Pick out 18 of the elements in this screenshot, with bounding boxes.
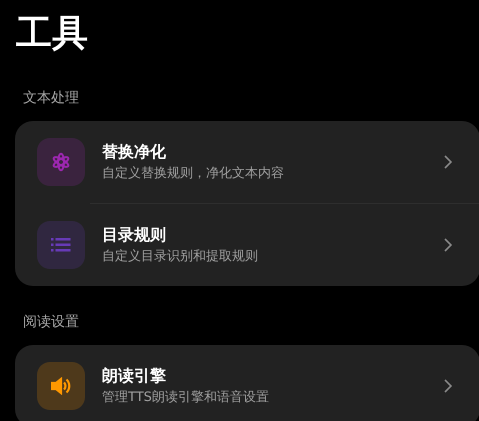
chevron-icon [444,379,452,393]
list-icon [51,238,71,252]
item-title: 替换净化 [102,141,166,162]
tool-item[interactable]: 目录规则 自定义目录识别和提取规则 [15,204,479,286]
tool-item[interactable]: 朗读引擎 管理TTS朗读引擎和语音设置 [15,345,479,421]
section-label: 阅读设置 [23,313,79,332]
chevron-icon [444,238,452,252]
page-title: 工具 [15,12,88,56]
item-subtitle: 自定义替换规则，净化文本内容 [102,165,284,183]
chevron-icon [444,155,452,169]
item-subtitle: 管理TTS朗读引擎和语音设置 [102,389,269,407]
item-subtitle: 自定义目录识别和提取规则 [102,248,258,266]
item-title: 目录规则 [102,224,166,245]
section-label: 文本处理 [23,89,79,108]
flower-icon [50,151,72,173]
item-title: 朗读引擎 [102,365,166,386]
speaker-icon [51,377,71,395]
tool-item[interactable]: 替换净化 自定义替换规则，净化文本内容 [15,121,479,203]
